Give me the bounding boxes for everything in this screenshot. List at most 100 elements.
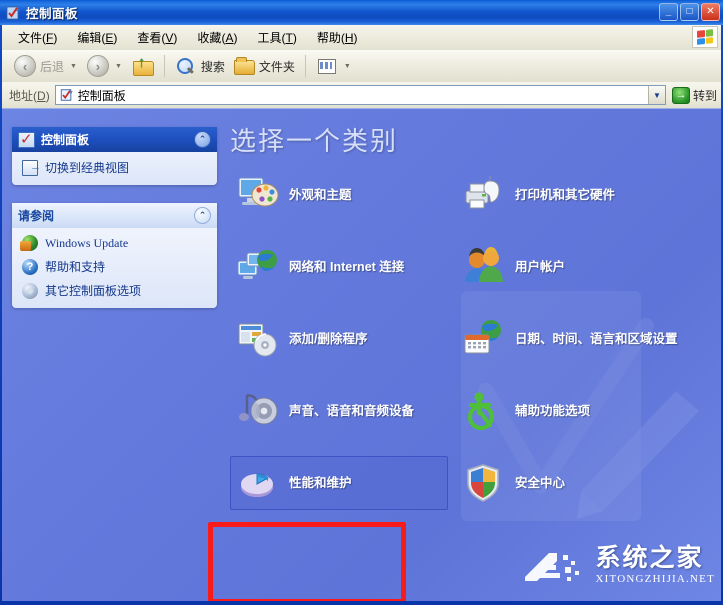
- globe-update-icon: [20, 235, 38, 251]
- sidebar-link-label: Windows Update: [45, 235, 129, 250]
- sidebar: 控制面板 ⌃ 切换到经典视图 请参阅 ⌃: [12, 127, 217, 326]
- views-icon: [316, 56, 338, 76]
- category-label: 安全中心: [515, 475, 566, 490]
- menu-item-tools[interactable]: 工具(T): [247, 27, 306, 48]
- menu-item-view[interactable]: 查看(V): [127, 27, 187, 48]
- sidebar-link-windows-update[interactable]: Windows Update: [20, 235, 209, 251]
- back-label: 后退: [40, 59, 65, 74]
- address-input[interactable]: 控制面板 ▼: [54, 85, 666, 105]
- menu-item-file[interactable]: 文件(F): [8, 27, 67, 48]
- switch-view-icon: [22, 159, 41, 176]
- category-area: 选择一个类别 外观和主题 打印机和其它硬件 网络和 Internet 连接 用户…: [230, 121, 710, 510]
- category-appearance-themes[interactable]: 外观和主题: [230, 168, 448, 222]
- menu-bar: 文件(F) 编辑(E) 查看(V) 收藏(A) 工具(T) 帮助(H): [2, 25, 721, 50]
- performance-maintenance-icon: [237, 463, 279, 503]
- toolbar-separator-2: [304, 55, 306, 77]
- help-question-icon: ?: [22, 258, 38, 275]
- toolbar-separator: [163, 55, 165, 77]
- back-button[interactable]: ‹ 后退 ▼: [10, 53, 83, 79]
- control-panel-window: 控制面板 _ □ ✕ 文件(F) 编辑(E) 查看(V) 收藏(A) 工具(T)…: [0, 0, 723, 605]
- accessibility-icon: [463, 391, 505, 431]
- views-button[interactable]: ▼: [312, 53, 357, 79]
- forward-dropdown-icon[interactable]: ▼: [115, 63, 122, 70]
- control-panel-checkmark-icon: [18, 130, 35, 148]
- brand-name-cn: 系统之家: [595, 544, 704, 573]
- content-area: 控制面板 ⌃ 切换到经典视图 请参阅 ⌃: [2, 108, 721, 601]
- user-accounts-icon: [463, 247, 505, 287]
- category-label: 网络和 Internet 连接: [289, 259, 405, 274]
- category-label: 性能和维护: [289, 475, 352, 490]
- category-network-internet[interactable]: 网络和 Internet 连接: [230, 240, 448, 294]
- go-button[interactable]: → 转到: [671, 86, 717, 104]
- category-user-accounts[interactable]: 用户帐户: [456, 240, 696, 294]
- sidebar-link-label: 帮助和支持: [45, 260, 106, 274]
- category-performance-maintenance[interactable]: 性能和维护: [230, 456, 448, 510]
- back-dropdown-icon[interactable]: ▼: [70, 63, 77, 70]
- sidebar-panel-see-also: 请参阅 ⌃ Windows Update ? 帮助和支持 其它控制面板选项: [12, 203, 217, 308]
- category-date-time-language[interactable]: 日期、时间、语言和区域设置: [456, 312, 696, 366]
- brand-name-en: XITONGZHIJIA.NET: [595, 573, 715, 586]
- windows-flag-icon: [692, 26, 718, 48]
- window-controls: _ □ ✕: [659, 3, 720, 21]
- category-label: 打印机和其它硬件: [515, 187, 616, 202]
- window-title: 控制面板: [26, 7, 79, 21]
- sidebar-link-other-options[interactable]: 其它控制面板选项: [22, 282, 209, 299]
- category-label: 外观和主题: [289, 187, 352, 202]
- address-value: 控制面板: [77, 88, 126, 103]
- maximize-button[interactable]: □: [680, 3, 699, 21]
- search-icon: [175, 56, 197, 76]
- control-panel-icon-small: [59, 88, 74, 102]
- sidebar-panel-header-2[interactable]: 请参阅 ⌃: [12, 203, 217, 228]
- folder-icon: [233, 56, 255, 76]
- network-internet-icon: [237, 247, 279, 287]
- add-remove-programs-icon: [237, 319, 279, 359]
- menu-item-favorites[interactable]: 收藏(A): [187, 27, 247, 48]
- sidebar-panel-title-2: 请参阅: [18, 209, 55, 223]
- appearance-themes-icon: [237, 175, 279, 215]
- search-label: 搜索: [200, 59, 225, 74]
- go-label: 转到: [692, 88, 717, 103]
- sounds-audio-icon: [237, 391, 279, 431]
- navigation-toolbar: ‹ 后退 ▼ › ▼ 搜索 文件夹 ▼: [2, 50, 721, 82]
- printers-hardware-icon: [463, 175, 505, 215]
- menu-item-help[interactable]: 帮助(H): [307, 27, 368, 48]
- sidebar-panel-control-panel: 控制面板 ⌃ 切换到经典视图: [12, 127, 217, 185]
- chevron-up-icon-2[interactable]: ⌃: [194, 207, 211, 224]
- gear-options-icon: [22, 282, 38, 299]
- category-accessibility[interactable]: 辅助功能选项: [456, 384, 696, 438]
- back-arrow-icon: ‹: [14, 55, 36, 77]
- sidebar-panel-body: 切换到经典视图: [12, 152, 217, 185]
- sidebar-panel-header[interactable]: 控制面板 ⌃: [12, 127, 217, 152]
- category-grid: 外观和主题 打印机和其它硬件 网络和 Internet 连接 用户帐户 添加/删…: [230, 168, 710, 510]
- search-button[interactable]: 搜索: [171, 53, 229, 79]
- date-time-language-icon: [463, 319, 505, 359]
- chevron-up-icon[interactable]: ⌃: [194, 131, 211, 148]
- sidebar-link-help-support[interactable]: ? 帮助和支持: [22, 258, 209, 275]
- sidebar-link-label: 切换到经典视图: [45, 161, 130, 175]
- category-security-center[interactable]: 安全中心: [456, 456, 696, 510]
- minimize-button[interactable]: _: [659, 3, 678, 21]
- sidebar-panel-body-2: Windows Update ? 帮助和支持 其它控制面板选项: [12, 228, 217, 308]
- close-button[interactable]: ✕: [701, 3, 720, 21]
- category-label: 用户帐户: [515, 259, 566, 274]
- address-dropdown-icon[interactable]: ▼: [647, 86, 665, 104]
- sidebar-link-label: 其它控制面板选项: [45, 284, 142, 298]
- sidebar-link-switch-classic[interactable]: 切换到经典视图: [22, 159, 209, 176]
- forward-arrow-icon: ›: [86, 55, 109, 77]
- annotation-highlight-box: [208, 522, 406, 601]
- menu-item-edit[interactable]: 编辑(E): [67, 27, 127, 48]
- folders-button[interactable]: 文件夹: [229, 53, 299, 79]
- page-title: 选择一个类别: [230, 126, 399, 156]
- views-dropdown-icon[interactable]: ▼: [344, 63, 351, 70]
- category-label: 辅助功能选项: [515, 403, 591, 418]
- security-center-icon: [463, 463, 505, 503]
- category-sounds-audio[interactable]: 声音、语音和音频设备: [230, 384, 448, 438]
- up-one-level-button[interactable]: [128, 53, 158, 79]
- category-label: 日期、时间、语言和区域设置: [515, 331, 678, 346]
- category-label: 添加/删除程序: [289, 331, 368, 346]
- brand-watermark: 系统之家 XITONGZHIJIA.NET: [523, 545, 715, 589]
- category-printers-hardware[interactable]: 打印机和其它硬件: [456, 168, 696, 222]
- category-add-remove-programs[interactable]: 添加/删除程序: [230, 312, 448, 366]
- window-titlebar: 控制面板 _ □ ✕: [0, 0, 723, 25]
- forward-button[interactable]: › ▼: [83, 53, 128, 79]
